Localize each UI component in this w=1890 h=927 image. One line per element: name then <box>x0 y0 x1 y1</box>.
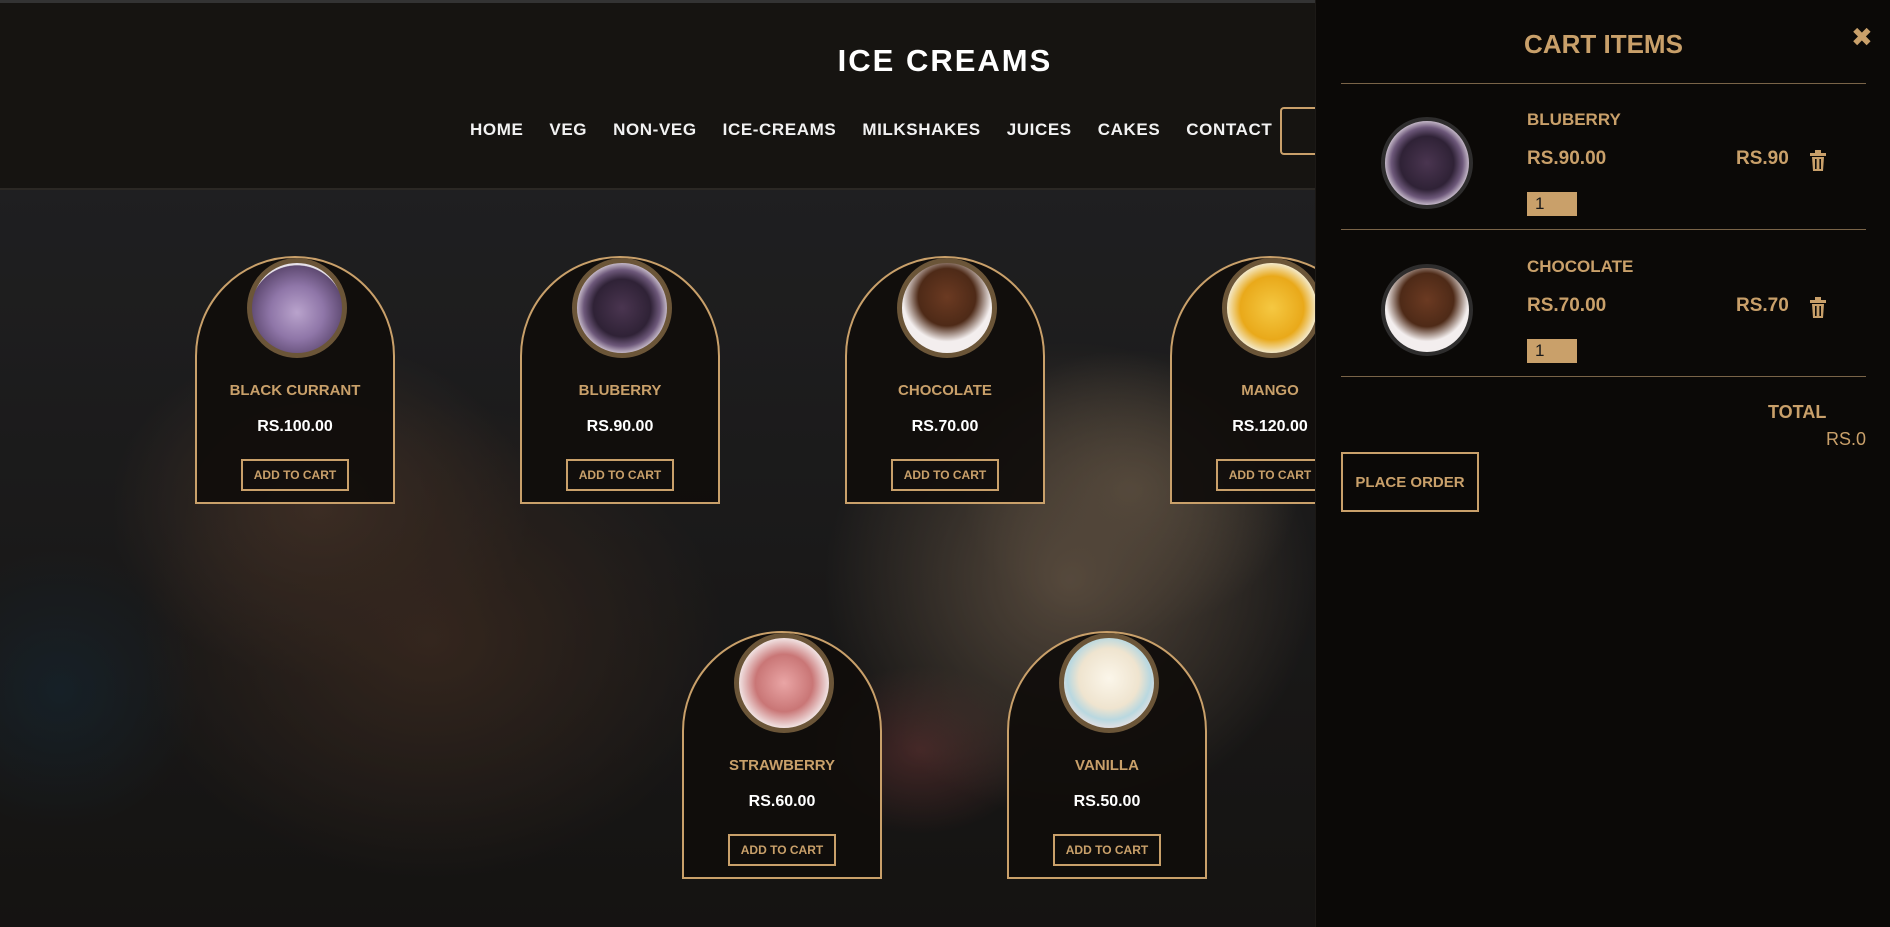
cart-item-total: RS.70 <box>1736 295 1789 316</box>
product-price: RS.100.00 <box>257 418 333 435</box>
nav-contact[interactable]: CONTACT <box>1186 120 1272 140</box>
add-to-cart-button[interactable]: ADD TO CART <box>566 459 674 491</box>
vanilla-ice-cream-image <box>1059 633 1159 733</box>
black-currant-ice-cream-image <box>247 258 347 358</box>
add-to-cart-button[interactable]: ADD TO CART <box>891 459 999 491</box>
add-to-cart-button[interactable]: ADD TO CART <box>728 834 836 866</box>
nav-veg[interactable]: VEG <box>549 120 587 140</box>
nav-cakes[interactable]: CAKES <box>1098 120 1161 140</box>
blueberry-ice-cream-image <box>1381 117 1473 209</box>
divider <box>1341 376 1866 377</box>
add-to-cart-button[interactable]: ADD TO CART <box>241 459 349 491</box>
product-card-blueberry: BLUBERRY RS.90.00 ADD TO CART <box>520 256 720 504</box>
nav-non-veg[interactable]: NON-VEG <box>613 120 697 140</box>
strawberry-ice-cream-image <box>734 633 834 733</box>
nav-home[interactable]: HOME <box>470 120 523 140</box>
trash-icon[interactable] <box>1809 150 1827 172</box>
quantity-input[interactable] <box>1527 339 1577 363</box>
product-price: RS.70.00 <box>911 418 979 435</box>
nav-milkshakes[interactable]: MILKSHAKES <box>862 120 980 140</box>
chocolate-ice-cream-image <box>1381 264 1473 356</box>
add-to-cart-button[interactable]: ADD TO CART <box>1216 459 1324 491</box>
product-name: BLACK CURRANT <box>229 382 361 399</box>
blueberry-ice-cream-image <box>572 258 672 358</box>
product-card-black-currant: BLACK CURRANT RS.100.00 ADD TO CART <box>195 256 395 504</box>
product-price: RS.60.00 <box>748 793 816 810</box>
cart-item-name: CHOCOLATE <box>1527 257 1634 276</box>
nav-ice-creams[interactable]: ICE-CREAMS <box>723 120 837 140</box>
mango-ice-cream-image <box>1222 258 1322 358</box>
total-label: TOTAL <box>1768 402 1827 422</box>
cart-title: CART ITEMS <box>1524 29 1683 59</box>
quantity-input[interactable] <box>1527 192 1577 216</box>
product-card-chocolate: CHOCOLATE RS.70.00 ADD TO CART <box>845 256 1045 504</box>
product-name: VANILLA <box>1075 757 1139 774</box>
trash-icon[interactable] <box>1809 297 1827 319</box>
cart-item: BLUBERRY RS.90.00 RS.90 <box>1341 110 1866 240</box>
cart-item: CHOCOLATE RS.70.00 RS.70 <box>1341 257 1866 387</box>
cart-panel: CART ITEMS ✖ BLUBERRY RS.90.00 RS.90 CHO… <box>1315 0 1890 927</box>
nav-juices[interactable]: JUICES <box>1007 120 1072 140</box>
product-name: BLUBERRY <box>578 382 662 399</box>
divider <box>1341 229 1866 230</box>
chocolate-ice-cream-image <box>897 258 997 358</box>
cart-item-price: RS.90.00 <box>1527 148 1607 169</box>
product-price: RS.50.00 <box>1073 793 1141 810</box>
divider <box>1341 83 1866 84</box>
cart-item-price: RS.70.00 <box>1527 295 1607 316</box>
product-card-vanilla: VANILLA RS.50.00 ADD TO CART <box>1007 631 1207 879</box>
cart-item-name: BLUBERRY <box>1527 110 1621 129</box>
main-nav: HOME VEG NON-VEG ICE-CREAMS MILKSHAKES J… <box>470 120 1272 140</box>
product-name: STRAWBERRY <box>728 757 836 774</box>
close-icon[interactable]: ✖ <box>1851 24 1873 50</box>
total-value: RS.0 <box>1826 429 1867 449</box>
product-card-strawberry: STRAWBERRY RS.60.00 ADD TO CART <box>682 631 882 879</box>
product-price: RS.90.00 <box>586 418 654 435</box>
product-name: CHOCOLATE <box>898 382 992 399</box>
add-to-cart-button[interactable]: ADD TO CART <box>1053 834 1161 866</box>
cart-item-total: RS.90 <box>1736 148 1789 169</box>
place-order-button[interactable]: PLACE ORDER <box>1341 452 1479 512</box>
